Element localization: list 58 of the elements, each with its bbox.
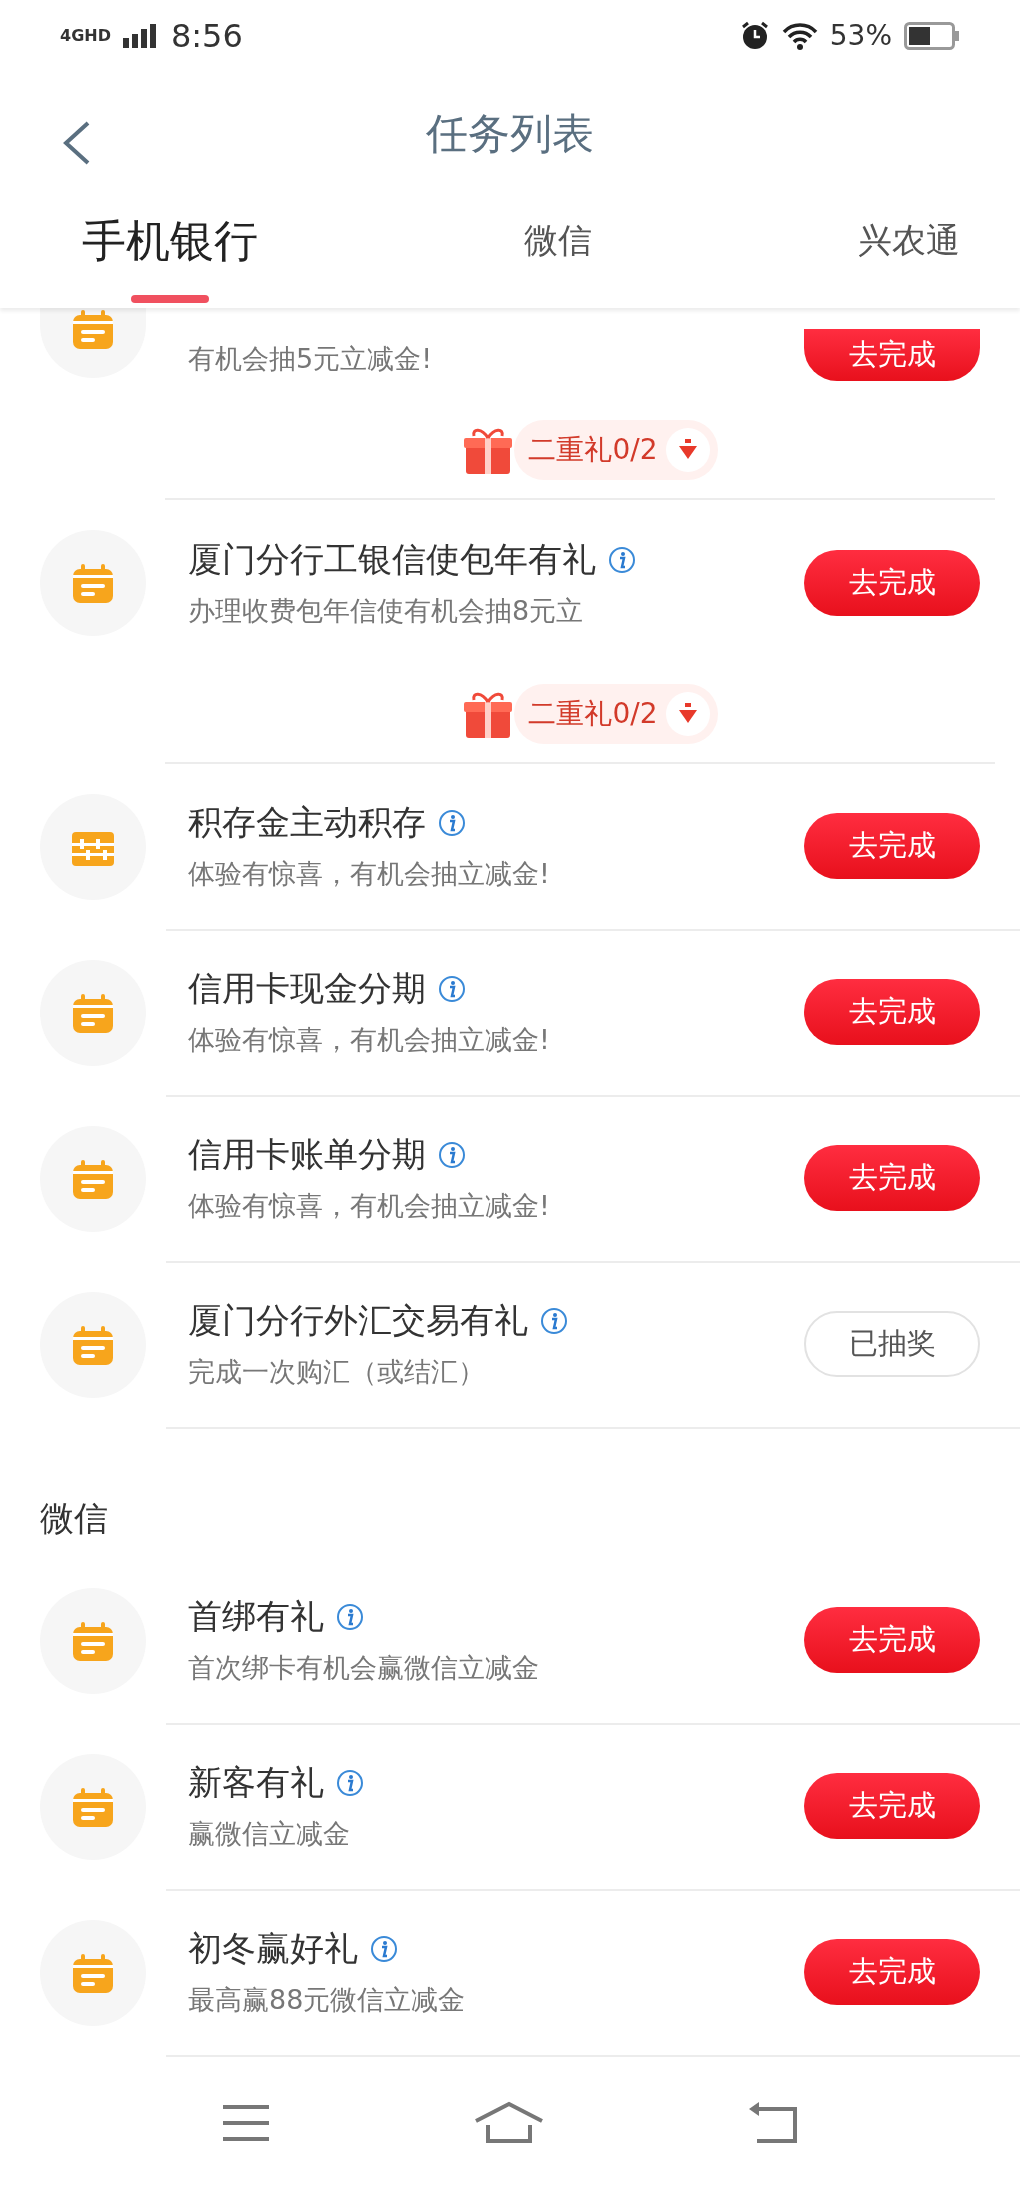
- task-title: 新客有礼: [188, 1761, 324, 1805]
- home-icon[interactable]: [474, 2101, 544, 2146]
- calendar-icon: [70, 1324, 116, 1367]
- tab[interactable]: 手机银行: [82, 196, 258, 304]
- task-description: 赢微信立减金: [188, 1817, 351, 1852]
- calendar-icon: [70, 992, 116, 1035]
- complete-button[interactable]: 去完成: [804, 1773, 980, 1840]
- complete-button[interactable]: 去完成: [804, 979, 980, 1046]
- gift-level-button[interactable]: 二重礼0/2: [514, 684, 718, 745]
- task-title: 首绑有礼: [188, 1595, 324, 1639]
- task-title: 初冬赢好礼: [188, 1927, 358, 1971]
- info-icon[interactable]: [540, 1307, 568, 1336]
- complete-button[interactable]: 去完成: [804, 1607, 980, 1674]
- complete-button[interactable]: 去完成: [804, 813, 980, 880]
- task-title: 信用卡账单分期: [188, 1133, 426, 1177]
- drawn-button[interactable]: 已抽奖: [804, 1311, 980, 1378]
- complete-button[interactable]: 去完成: [804, 1939, 980, 2006]
- battery-icon: [904, 21, 960, 50]
- complete-button[interactable]: 去完成: [804, 329, 980, 382]
- calendar-icon: [70, 1158, 116, 1201]
- calendar-icon: [70, 1786, 116, 1829]
- info-icon[interactable]: [336, 1769, 364, 1798]
- calendar-icon: [70, 562, 116, 605]
- info-icon[interactable]: [370, 1935, 398, 1964]
- page-title: 任务列表: [426, 107, 594, 160]
- task-title: 积存金主动积存: [188, 801, 426, 845]
- info-icon[interactable]: [438, 1141, 466, 1170]
- signal-icon: [122, 23, 159, 48]
- alarm-icon: [739, 20, 770, 51]
- battery-percent: 53%: [829, 19, 892, 53]
- gift-level-button[interactable]: 二重礼0/2: [514, 420, 718, 481]
- complete-button[interactable]: 去完成: [804, 550, 980, 617]
- tab[interactable]: 兴农通: [858, 196, 960, 297]
- info-icon[interactable]: [438, 975, 466, 1004]
- task-title: 厦门分行外汇交易有礼: [188, 1299, 528, 1343]
- wifi-icon: [781, 21, 818, 50]
- task-description: 办理收费包年信使有机会抽8元立: [188, 594, 585, 629]
- task-description: 完成一次购汇（或结汇）: [188, 1355, 486, 1390]
- network-indicator: 4GHD: [60, 27, 111, 44]
- task-title: 厦门分行工银信使包年有礼: [188, 538, 596, 582]
- calendar-icon: [70, 1620, 116, 1663]
- tab[interactable]: 微信: [519, 196, 597, 297]
- task-title: 信用卡现金分期: [188, 967, 426, 1011]
- calendar-icon: [70, 1952, 116, 1995]
- task-description: 体验有惊喜，有机会抽立减金!: [188, 1189, 551, 1224]
- task-description: 有机会抽5元立减金!: [188, 342, 433, 377]
- task-description: 体验有惊喜，有机会抽立减金!: [188, 857, 551, 892]
- task-description: 首次绑卡有机会赢微信立减金: [188, 1651, 540, 1686]
- task-description: 体验有惊喜，有机会抽立减金!: [188, 1023, 551, 1058]
- status-time: 8:56: [170, 16, 243, 55]
- task-description: 最高赢88元微信立减金: [188, 1983, 467, 2018]
- info-icon[interactable]: [336, 1603, 364, 1632]
- section-heading: 微信: [39, 1497, 109, 1541]
- info-icon[interactable]: [438, 809, 466, 838]
- complete-button[interactable]: 去完成: [804, 1145, 980, 1212]
- back-icon[interactable]: [62, 121, 92, 166]
- info-icon[interactable]: [608, 546, 636, 575]
- menu-icon[interactable]: [221, 2103, 272, 2144]
